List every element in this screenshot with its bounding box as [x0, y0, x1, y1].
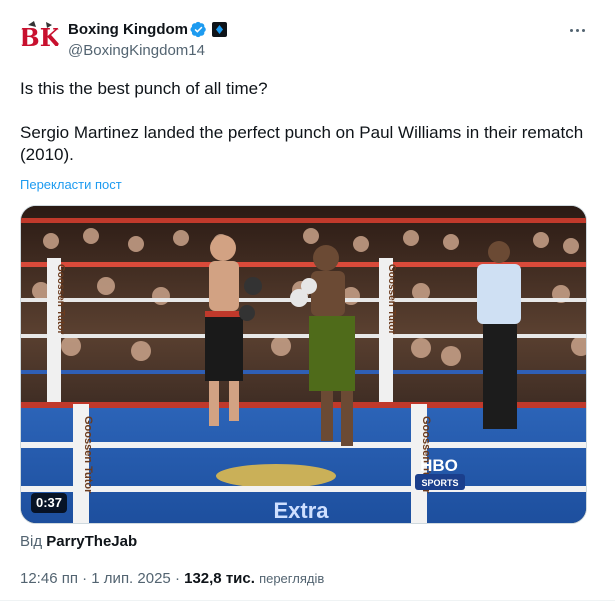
tweet-text: Is this the best punch of all time? Serg… — [20, 78, 600, 166]
meta-separator-2: · — [174, 570, 180, 587]
more-options-button[interactable] — [564, 20, 590, 40]
post-date[interactable]: 1 лип. 2025 — [91, 570, 170, 587]
tweet-text-line-2: Sergio Martinez landed the perfect punch… — [20, 123, 584, 164]
video-duration-badge: 0:37 — [31, 493, 68, 513]
hbo-sports-logo: HBO SPORTS — [415, 456, 465, 490]
author-handle[interactable]: @BoxingKingdom14 — [68, 42, 205, 60]
meta-separator: · — [82, 570, 88, 587]
canvas-text: Extra — [273, 498, 329, 523]
source-prefix: Від — [20, 533, 43, 550]
more-horizontal-icon — [569, 28, 573, 32]
source-user-link[interactable]: ParryTheJab — [46, 533, 137, 550]
avatar-logo-text: BK — [20, 23, 60, 52]
avatar-logo-icon: BK — [20, 17, 60, 57]
source-attribution: Від ParryTheJab — [20, 533, 137, 551]
video-thumbnail: Extra Goossen Tutor Goossen Tutor Goosse… — [21, 206, 586, 523]
affiliate-badge-icon[interactable] — [212, 22, 227, 37]
video-player[interactable]: Extra Goossen Tutor Goossen Tutor Goosse… — [20, 205, 587, 524]
svg-text:HBO: HBO — [420, 456, 458, 475]
author-avatar[interactable]: BK — [20, 17, 60, 57]
ring-text-left: Goossen Tutor — [55, 264, 66, 334]
ring-text-mid: Goossen Tutor — [386, 264, 397, 334]
post-meta: 12:46 пп · 1 лип. 2025 · 132,8 тис. пере… — [20, 570, 324, 588]
translate-post-link[interactable]: Перекласти пост — [20, 177, 122, 193]
svg-text:SPORTS: SPORTS — [421, 478, 458, 488]
author-name[interactable]: Boxing Kingdom — [68, 21, 188, 39]
referee — [477, 241, 521, 429]
tweet-post: BK Boxing Kingdom @BoxingKingdom14 Is th… — [0, 0, 615, 601]
verified-badge-icon — [190, 21, 206, 38]
views-label: переглядів — [259, 571, 325, 586]
views-count[interactable]: 132,8 тис. — [184, 570, 255, 587]
tweet-text-line-1: Is this the best punch of all time? — [20, 79, 268, 98]
post-time[interactable]: 12:46 пп — [20, 570, 78, 587]
ring-text-front-left: Goossen Tutor — [82, 416, 94, 494]
